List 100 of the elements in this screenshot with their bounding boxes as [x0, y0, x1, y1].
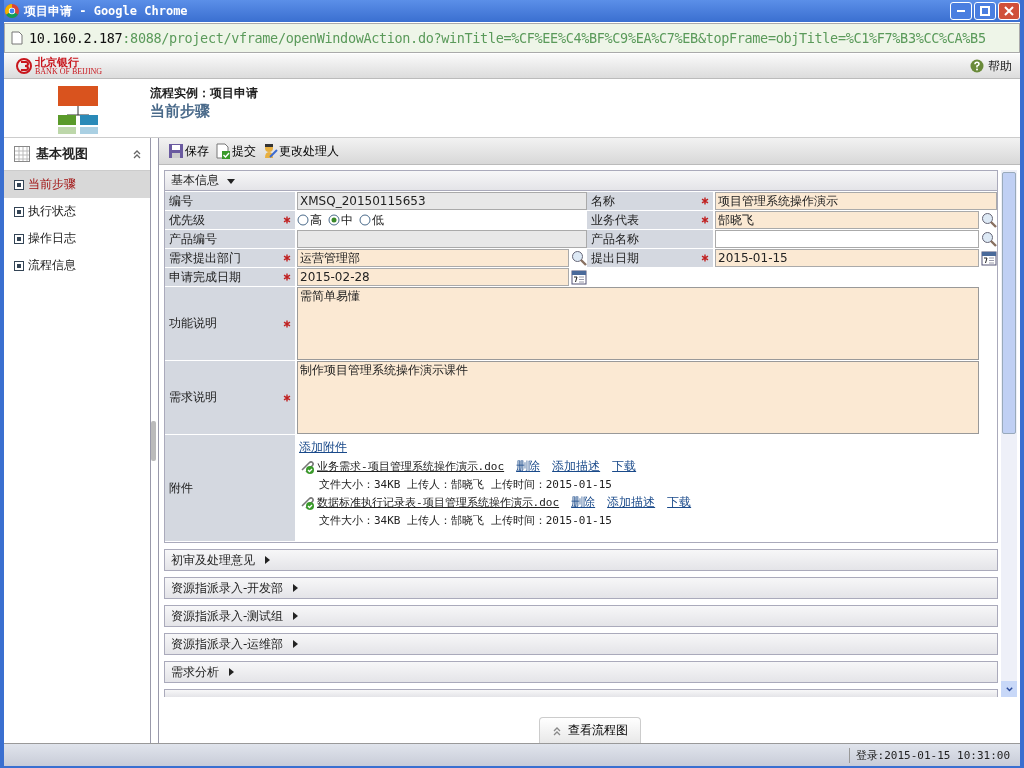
- section-header[interactable]: 基本信息: [164, 170, 998, 191]
- field-label: 产品编号: [169, 230, 217, 248]
- calendar-icon[interactable]: [981, 250, 997, 266]
- file-link[interactable]: 业务需求-项目管理系统操作演示.doc: [317, 459, 505, 474]
- add-attachment-link[interactable]: 添加附件: [299, 439, 993, 456]
- search-icon[interactable]: [571, 250, 587, 266]
- radio-button[interactable]: [359, 214, 371, 226]
- splitter-handle[interactable]: [151, 420, 156, 461]
- browser-logo-icon: [4, 3, 20, 19]
- paperclip-icon: [299, 458, 315, 475]
- text-area[interactable]: 需简单易懂: [297, 287, 979, 360]
- expand-arrow-icon: [291, 584, 300, 592]
- field-label: 优先级: [169, 211, 205, 229]
- scrollbar[interactable]: [1001, 170, 1017, 697]
- section-header[interactable]: [164, 689, 998, 697]
- submit-button[interactable]: 提交: [212, 142, 259, 160]
- grid-icon: [14, 146, 30, 162]
- section-header[interactable]: 资源指派录入-开发部: [164, 577, 998, 599]
- expand-arrow-icon: [291, 612, 300, 620]
- bank-subtitle: BANK OF BEIJING: [35, 67, 103, 76]
- window-title: 项目申请 - Google Chrome: [24, 2, 189, 20]
- asterisk-icon: [283, 393, 291, 402]
- close-button[interactable]: [998, 2, 1020, 20]
- page-title: 当前步骤: [150, 102, 211, 121]
- file-link[interactable]: 数据标准执行记录表-项目管理系统操作演示.doc: [317, 495, 560, 510]
- url-text: 10.160.2.187:8088/project/vframe/openWindowAction.do?winTitle=%CF%EE%C4%BF%C9%EA%C7%EB&topFrame=objTitle=%C1%F7%B3%CC%CA%B5: [29, 30, 986, 46]
- document-check-icon: [215, 143, 231, 159]
- asterisk-icon: [283, 273, 291, 281]
- bullet-icon: [14, 179, 24, 190]
- paperclip-icon: [299, 494, 315, 511]
- sidebar-item[interactable]: 操作日志: [4, 225, 150, 252]
- input-field[interactable]: 郜晓飞: [715, 211, 979, 229]
- field-label: 产品名称: [591, 230, 639, 248]
- asterisk-icon: [283, 319, 291, 328]
- assign-button[interactable]: 更改处理人: [259, 142, 342, 160]
- address-bar[interactable]: 10.160.2.187:8088/project/vframe/openWindowAction.do?winTitle=%CF%EE%C4%BF%C9%EA%C7%EB&topFrame=objTitle=%C1%F7%B3%CC%CA%B5: [4, 23, 1020, 53]
- view-flowchart-button[interactable]: 查看流程图: [538, 717, 641, 743]
- search-icon[interactable]: [981, 212, 997, 228]
- field-label: 名称: [591, 192, 615, 210]
- file-action-link[interactable]: 添加描述: [607, 494, 656, 511]
- help-link[interactable]: 帮助: [970, 57, 1012, 75]
- page-icon: [11, 31, 23, 45]
- person-pencil-icon: [262, 143, 278, 159]
- file-info: 文件大小：34KB 上传人：郜晓飞 上传时间：2015-01-15: [318, 513, 613, 528]
- maximize-icon: [980, 6, 990, 16]
- field-label: 申请完成日期: [169, 268, 241, 286]
- help-icon: [970, 59, 984, 73]
- expand-arrow-icon: [263, 556, 271, 564]
- field-label: 编号: [169, 192, 193, 210]
- field-label: 功能说明: [169, 315, 217, 332]
- file-info: 文件大小：34KB 上传人：郜晓飞 上传时间：2015-01-15: [318, 477, 613, 492]
- process-caption: 流程实例：项目申请: [150, 85, 258, 102]
- radio-label: 中: [341, 211, 353, 229]
- save-button[interactable]: 保存: [165, 142, 212, 160]
- asterisk-icon: [283, 254, 291, 262]
- input-field[interactable]: 2015-01-15: [715, 249, 979, 267]
- calendar-icon[interactable]: [571, 269, 587, 285]
- expand-arrow-icon: [227, 176, 235, 185]
- expand-arrow-icon: [291, 640, 300, 648]
- input-field[interactable]: [715, 230, 979, 248]
- input-field[interactable]: [297, 230, 587, 248]
- file-action-link[interactable]: 下载: [612, 458, 637, 475]
- asterisk-icon: [701, 254, 709, 262]
- input-field[interactable]: 项目管理系统操作演示: [715, 192, 997, 210]
- scroll-down-icon[interactable]: [1004, 684, 1014, 694]
- collapse-icon[interactable]: [132, 149, 142, 159]
- input-field[interactable]: XMSQ_20150115653: [297, 192, 587, 210]
- sidebar-item[interactable]: 执行状态: [4, 198, 150, 225]
- text-area[interactable]: 制作项目管理系统操作演示课件: [297, 361, 979, 434]
- field-label: 需求提出部门: [169, 249, 241, 267]
- asterisk-icon: [701, 216, 709, 224]
- scroll-thumb[interactable]: [1002, 172, 1016, 434]
- org-chart-icon: [56, 85, 100, 135]
- section-header[interactable]: 资源指派录入-运维部: [164, 633, 998, 655]
- minimize-button[interactable]: [950, 2, 972, 20]
- file-action-link[interactable]: 下载: [667, 494, 692, 511]
- radio-label: 低: [372, 211, 384, 229]
- bullet-icon: [14, 260, 24, 271]
- sidebar-item[interactable]: 流程信息: [4, 252, 150, 279]
- section-header[interactable]: 初审及处理意见: [164, 549, 998, 571]
- sidebar-item[interactable]: 当前步骤: [4, 171, 150, 198]
- section-header[interactable]: 资源指派录入-测试组: [164, 605, 998, 627]
- search-icon[interactable]: [981, 231, 997, 247]
- field-label: 附件: [169, 479, 193, 497]
- file-action-link[interactable]: 删除: [516, 458, 541, 475]
- field-label: 需求说明: [169, 389, 217, 406]
- radio-label: 高: [310, 211, 322, 229]
- expand-arrow-icon: [227, 668, 235, 676]
- input-field[interactable]: 运营管理部: [297, 249, 569, 267]
- close-icon: [1004, 6, 1014, 16]
- asterisk-icon: [283, 216, 291, 224]
- file-action-link[interactable]: 删除: [571, 494, 596, 511]
- file-action-link[interactable]: 添加描述: [552, 458, 601, 475]
- input-field[interactable]: 2015-02-28: [297, 268, 569, 286]
- maximize-button[interactable]: [974, 2, 996, 20]
- double-caret-icon: [551, 725, 562, 736]
- radio-button[interactable]: [297, 214, 309, 226]
- radio-button[interactable]: [328, 214, 340, 226]
- asterisk-icon: [701, 197, 709, 205]
- section-header[interactable]: 需求分析: [164, 661, 998, 683]
